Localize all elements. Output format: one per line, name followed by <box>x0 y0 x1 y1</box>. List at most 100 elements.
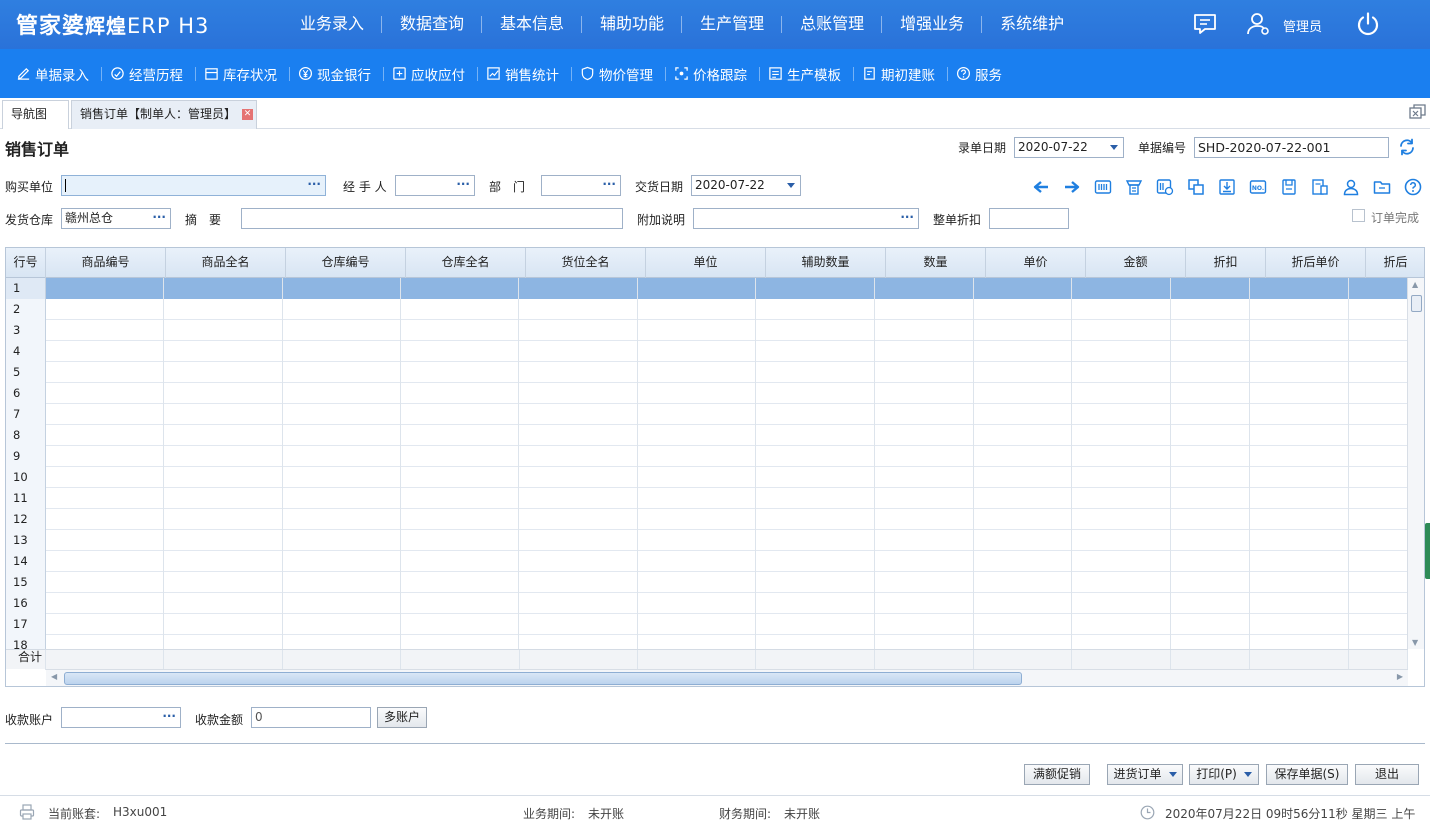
horizontal-scroll-thumb[interactable] <box>64 672 1022 685</box>
table-cell[interactable] <box>756 488 875 509</box>
table-cell[interactable] <box>401 446 520 467</box>
exit-button[interactable]: 退出 <box>1355 764 1419 785</box>
table-cell[interactable] <box>164 425 283 446</box>
table-cell[interactable] <box>519 467 638 488</box>
main-nav-auxiliary[interactable]: 辅助功能 <box>582 0 683 49</box>
table-cell[interactable] <box>1171 488 1251 509</box>
table-cell[interactable] <box>1349 488 1408 509</box>
table-cell[interactable] <box>1171 383 1251 404</box>
table-cell[interactable] <box>46 614 165 635</box>
table-cell[interactable] <box>1171 551 1251 572</box>
table-cell[interactable] <box>519 488 638 509</box>
table-cell[interactable] <box>974 404 1073 425</box>
main-nav-enhanced[interactable]: 增强业务 <box>882 0 983 49</box>
table-cell[interactable] <box>519 404 638 425</box>
table-cell[interactable] <box>638 404 757 425</box>
table-cell[interactable] <box>756 299 875 320</box>
table-cell[interactable] <box>756 593 875 614</box>
close-icon[interactable]: ✕ <box>242 109 254 120</box>
table-cell[interactable] <box>164 341 283 362</box>
table-cell[interactable] <box>164 467 283 488</box>
main-nav-ledger[interactable]: 总账管理 <box>782 0 883 49</box>
power-icon[interactable] <box>1355 11 1381 37</box>
table-cell[interactable] <box>401 614 520 635</box>
arrow-right-icon[interactable] <box>1056 176 1087 198</box>
table-cell[interactable] <box>1349 320 1408 341</box>
table-cell[interactable] <box>519 383 638 404</box>
table-cell[interactable] <box>875 341 974 362</box>
table-cell[interactable] <box>46 383 165 404</box>
main-nav-data-query[interactable]: 数据查询 <box>382 0 483 49</box>
table-cell[interactable] <box>401 320 520 341</box>
ellipsis-icon[interactable]: ··· <box>307 176 321 194</box>
table-cell[interactable] <box>974 488 1073 509</box>
table-cell[interactable] <box>1072 488 1172 509</box>
arrow-left-icon[interactable] <box>1025 176 1056 198</box>
table-cell[interactable] <box>45 278 165 299</box>
column-header[interactable]: 金额 <box>1086 248 1186 278</box>
table-cell[interactable] <box>1348 278 1408 299</box>
table-cell[interactable] <box>46 362 165 383</box>
quick-doc-entry[interactable]: 单据录入 <box>8 49 102 98</box>
table-cell[interactable] <box>974 551 1073 572</box>
table-cell[interactable] <box>1072 467 1172 488</box>
table-cell[interactable] <box>1171 572 1251 593</box>
table-row[interactable]: 3 <box>6 320 1408 341</box>
table-cell[interactable] <box>519 530 638 551</box>
table-cell[interactable] <box>1250 341 1349 362</box>
table-cell[interactable] <box>283 572 401 593</box>
table-cell[interactable] <box>756 551 875 572</box>
table-cell[interactable] <box>874 278 974 299</box>
table-cell[interactable] <box>637 278 757 299</box>
summary-field[interactable] <box>241 208 623 229</box>
table-cell[interactable] <box>46 467 165 488</box>
table-cell[interactable] <box>974 320 1073 341</box>
table-cell[interactable] <box>1171 362 1251 383</box>
column-header[interactable]: 折后单价 <box>1266 248 1366 278</box>
table-cell[interactable] <box>875 404 974 425</box>
table-cell[interactable] <box>401 404 520 425</box>
quick-cash-bank[interactable]: 现金银行 <box>290 49 384 98</box>
restore-window-icon[interactable] <box>1409 104 1426 120</box>
table-cell[interactable] <box>638 446 757 467</box>
quick-business-history[interactable]: 经营历程 <box>102 49 196 98</box>
table-cell[interactable] <box>46 299 165 320</box>
table-cell[interactable] <box>1171 446 1251 467</box>
table-cell[interactable] <box>1250 593 1349 614</box>
quick-service[interactable]: 服务 <box>948 49 1015 98</box>
table-cell[interactable] <box>46 551 165 572</box>
main-nav-basic-info[interactable]: 基本信息 <box>482 0 583 49</box>
tab-navigation-map[interactable]: 导航图 <box>2 100 69 129</box>
table-cell[interactable] <box>1072 362 1172 383</box>
column-header[interactable]: 折后 <box>1366 248 1424 278</box>
refresh-icon[interactable] <box>1398 138 1416 156</box>
amount-field[interactable]: 0 <box>251 707 371 728</box>
table-cell[interactable] <box>164 593 283 614</box>
ellipsis-icon[interactable]: ··· <box>456 176 470 194</box>
table-cell[interactable] <box>875 635 974 649</box>
table-cell[interactable] <box>283 551 401 572</box>
table-cell[interactable] <box>519 572 638 593</box>
table-cell[interactable] <box>638 593 757 614</box>
table-cell[interactable] <box>638 614 757 635</box>
table-cell[interactable] <box>875 593 974 614</box>
scroll-down-icon[interactable]: ▼ <box>1412 638 1418 647</box>
table-cell[interactable] <box>756 530 875 551</box>
table-cell[interactable] <box>164 362 283 383</box>
table-cell[interactable] <box>283 635 401 649</box>
column-header[interactable]: 单价 <box>986 248 1086 278</box>
current-user-name[interactable]: 管理员 <box>1283 16 1322 35</box>
table-cell[interactable] <box>519 635 638 649</box>
table-cell[interactable] <box>1349 467 1408 488</box>
table-cell[interactable] <box>283 593 401 614</box>
table-row[interactable]: 2 <box>6 299 1408 320</box>
table-cell[interactable] <box>164 446 283 467</box>
table-cell[interactable] <box>283 446 401 467</box>
table-cell[interactable] <box>875 551 974 572</box>
table-row[interactable]: 9 <box>6 446 1408 467</box>
table-cell[interactable] <box>974 572 1073 593</box>
table-cell[interactable] <box>1349 362 1408 383</box>
table-cell[interactable] <box>638 551 757 572</box>
table-cell[interactable] <box>401 362 520 383</box>
save-document-button[interactable]: 保存单据(S) <box>1266 764 1348 785</box>
